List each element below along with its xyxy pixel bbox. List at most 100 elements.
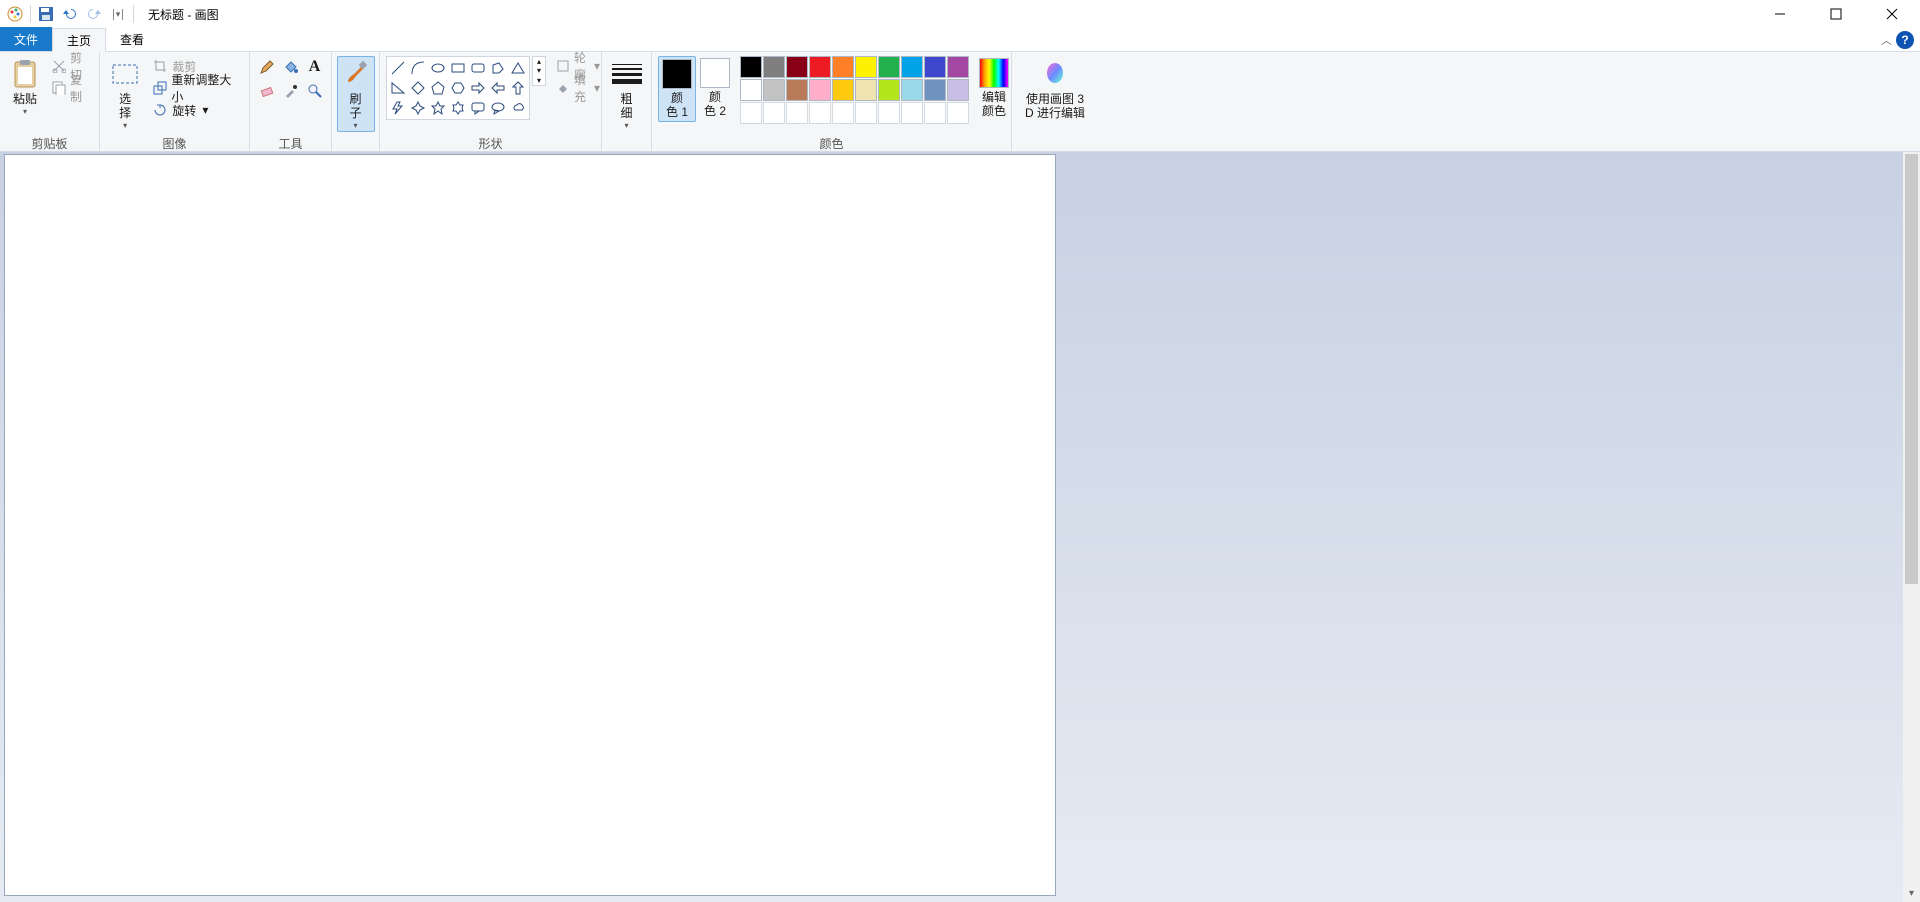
shape-gallery-scroll[interactable]: ▴▾▾ (532, 56, 546, 86)
color-swatch[interactable] (740, 56, 762, 78)
shape-diamond-icon[interactable] (408, 78, 428, 98)
redo-icon[interactable] (83, 3, 105, 25)
color-swatch[interactable] (855, 56, 877, 78)
pencil-tool-icon[interactable] (256, 56, 278, 78)
paint3d-label: 使用画图 3 D 进行编辑 (1025, 92, 1085, 120)
color-swatch[interactable] (786, 79, 808, 101)
paste-button[interactable]: 粘贴 ▾ (6, 56, 44, 118)
brush-button[interactable]: 刷 子 ▾ (337, 56, 375, 132)
fill-label: 填充 (574, 71, 588, 105)
fill-button[interactable]: 填充 ▾ (552, 78, 604, 98)
color-swatch[interactable] (809, 56, 831, 78)
shape-right-triangle-icon[interactable] (388, 78, 408, 98)
color-picker-tool-icon[interactable] (280, 80, 302, 102)
color-swatch[interactable] (924, 56, 946, 78)
size-button[interactable]: 粗 细 ▾ (608, 56, 646, 132)
maximize-button[interactable] (1808, 0, 1864, 28)
group-tools: A 工具 (250, 52, 332, 151)
shape-curve-icon[interactable] (408, 58, 428, 78)
custom-color-slot[interactable] (855, 102, 877, 124)
shape-arrow-right-icon[interactable] (468, 78, 488, 98)
color-swatch[interactable] (878, 79, 900, 101)
shape-hexagon-icon[interactable] (448, 78, 468, 98)
shape-roundrect-icon[interactable] (468, 58, 488, 78)
color-swatch[interactable] (901, 79, 923, 101)
magnifier-tool-icon[interactable] (304, 80, 326, 102)
custom-color-slot[interactable] (763, 102, 785, 124)
color-swatch[interactable] (947, 56, 969, 78)
qat-customize-dropdown[interactable]: ▾ (107, 3, 129, 25)
color-swatch[interactable] (947, 79, 969, 101)
custom-color-slot[interactable] (924, 102, 946, 124)
help-icon[interactable]: ? (1896, 31, 1914, 49)
fill-icon (556, 80, 570, 96)
close-button[interactable] (1864, 0, 1920, 28)
shape-rect-icon[interactable] (448, 58, 468, 78)
rotate-button[interactable]: 旋转 ▾ (148, 100, 243, 120)
shape-callout-rect-icon[interactable] (468, 98, 488, 118)
shape-arrow-left-icon[interactable] (488, 78, 508, 98)
shape-callout-cloud-icon[interactable] (508, 98, 528, 118)
eraser-tool-icon[interactable] (256, 80, 278, 102)
scroll-down-icon[interactable]: ▾ (1903, 885, 1920, 902)
outline-icon (556, 58, 570, 74)
select-button[interactable]: 选 择 ▾ (106, 56, 144, 132)
color-swatch[interactable] (832, 79, 854, 101)
color-swatch[interactable] (786, 56, 808, 78)
shape-gallery[interactable] (386, 56, 530, 120)
color-swatch[interactable] (740, 79, 762, 101)
group-shapes: ▴▾▾ 轮廓 ▾ 填充 ▾ 形状 (380, 52, 602, 151)
edit-colors-button[interactable]: 编辑 颜色 (975, 56, 1013, 120)
color-swatch[interactable] (878, 56, 900, 78)
shape-4star-icon[interactable] (408, 98, 428, 118)
group-size: 粗 细 ▾ (602, 52, 652, 151)
color1-label: 颜 色 1 (666, 91, 688, 119)
custom-color-slot[interactable] (878, 102, 900, 124)
tab-view[interactable]: 查看 (106, 27, 158, 51)
shape-line-icon[interactable] (388, 58, 408, 78)
shape-5star-icon[interactable] (428, 98, 448, 118)
resize-button[interactable]: 重新调整大小 (148, 78, 243, 98)
tab-home[interactable]: 主页 (52, 28, 106, 52)
custom-color-slot[interactable] (947, 102, 969, 124)
shape-callout-oval-icon[interactable] (488, 98, 508, 118)
tab-file[interactable]: 文件 (0, 27, 52, 51)
custom-color-slot[interactable] (809, 102, 831, 124)
text-tool-icon[interactable]: A (304, 56, 326, 78)
color-swatch[interactable] (855, 79, 877, 101)
undo-icon[interactable] (59, 3, 81, 25)
shape-triangle-icon[interactable] (508, 58, 528, 78)
color2-button[interactable]: 颜 色 2 (696, 56, 734, 120)
custom-color-slot[interactable] (740, 102, 762, 124)
scroll-thumb[interactable] (1905, 154, 1918, 584)
custom-color-slot[interactable] (832, 102, 854, 124)
canvas-workarea: ▴ ▾ (0, 152, 1920, 902)
color-swatch[interactable] (832, 56, 854, 78)
vertical-scrollbar[interactable]: ▴ ▾ (1903, 152, 1920, 902)
copy-label: 复制 (70, 71, 89, 105)
shape-polygon-icon[interactable] (488, 58, 508, 78)
paint3d-button[interactable]: 使用画图 3 D 进行编辑 (1021, 56, 1089, 122)
color1-button[interactable]: 颜 色 1 (658, 56, 696, 122)
edit-colors-label: 编辑 颜色 (982, 90, 1006, 118)
shape-arrow-up-icon[interactable] (508, 78, 528, 98)
shape-lightning-icon[interactable] (388, 98, 408, 118)
save-icon[interactable] (35, 3, 57, 25)
custom-color-slot[interactable] (901, 102, 923, 124)
color-swatch[interactable] (924, 79, 946, 101)
color-swatch[interactable] (901, 56, 923, 78)
color-swatch[interactable] (763, 79, 785, 101)
custom-color-slot[interactable] (786, 102, 808, 124)
color-swatch[interactable] (809, 79, 831, 101)
title-bar: ▾ 无标题 - 画图 (0, 0, 1920, 28)
fill-tool-icon[interactable] (280, 56, 302, 78)
shape-6star-icon[interactable] (448, 98, 468, 118)
shape-oval-icon[interactable] (428, 58, 448, 78)
minimize-button[interactable] (1752, 0, 1808, 28)
rotate-label: 旋转 (172, 102, 196, 119)
ribbon-collapse-icon[interactable]: ︿ (1881, 32, 1892, 48)
copy-button[interactable]: 复制 (48, 78, 93, 98)
color-swatch[interactable] (763, 56, 785, 78)
shape-pentagon-icon[interactable] (428, 78, 448, 98)
drawing-canvas[interactable] (5, 155, 1055, 895)
